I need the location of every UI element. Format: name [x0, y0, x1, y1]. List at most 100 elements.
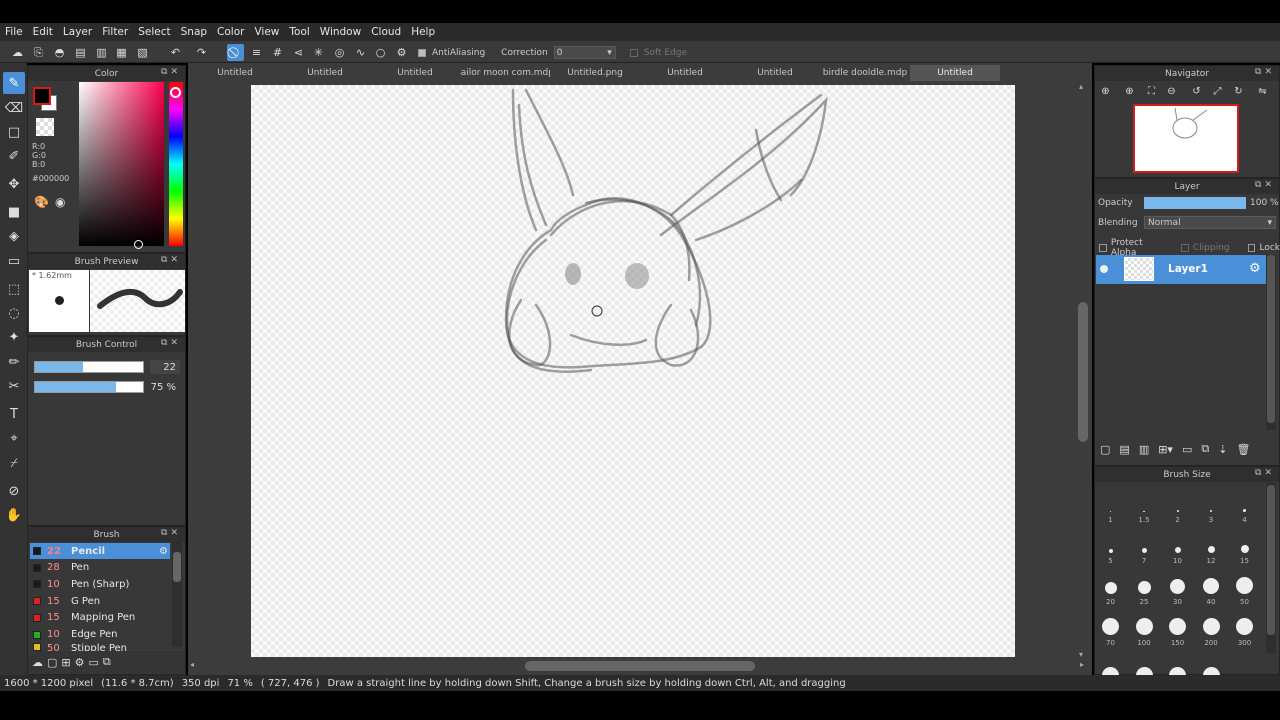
eraser-tool-icon[interactable]: ⌫ — [3, 97, 25, 119]
menu-file[interactable]: File — [5, 26, 23, 38]
scroll-thumb[interactable] — [173, 552, 181, 582]
brush-size-preset[interactable]: 40 — [1195, 565, 1228, 606]
curve-snap-icon[interactable]: ∿ — [352, 44, 369, 61]
brush-size-preset[interactable]: 12 — [1195, 524, 1228, 565]
snap-off-icon[interactable]: ⃠ — [227, 44, 244, 61]
panel-controls-icon[interactable]: ⧉✕ — [1255, 468, 1275, 478]
document-icon[interactable]: ▦ — [113, 44, 130, 61]
tab-document[interactable]: birdle dooldle.mdp — [820, 65, 910, 81]
text-tool-icon[interactable]: T — [3, 403, 25, 425]
panel-controls-icon[interactable]: ⧉✕ — [1255, 67, 1275, 77]
brush-opacity-slider[interactable] — [34, 381, 144, 393]
brush-size-preset[interactable]: 20 — [1094, 565, 1127, 606]
zoom-in-icon[interactable]: ⊕ — [1098, 84, 1113, 99]
new-brush-icon[interactable]: ▢ — [47, 656, 57, 669]
brush-size-preset[interactable]: 2 — [1161, 483, 1194, 524]
dot-tool-icon[interactable]: ✐ — [3, 145, 25, 167]
fit-icon[interactable]: ⛶ — [1144, 84, 1159, 99]
bucket-tool-icon[interactable]: ◈ — [3, 225, 25, 247]
canvas-horizontal-scrollbar[interactable]: ◂ ▸ — [190, 660, 1088, 672]
menu-layer[interactable]: Layer — [63, 26, 92, 38]
tab-document-active[interactable]: Untitled — [910, 65, 1000, 81]
magic-wand-tool-icon[interactable]: ✦ — [3, 326, 25, 348]
rect-select-tool-icon[interactable]: ⬚ — [3, 278, 25, 300]
lasso-tool-icon[interactable]: ◌ — [3, 302, 25, 324]
new-folder-icon[interactable]: ▭ — [1182, 443, 1192, 456]
open-icon[interactable]: ◓ — [51, 44, 68, 61]
layer-scrollbar[interactable] — [1266, 255, 1276, 430]
brush-list-scrollbar[interactable] — [172, 542, 182, 647]
brush-size-preset[interactable]: 200 — [1195, 606, 1228, 647]
tab-document[interactable]: Untitled — [280, 65, 370, 81]
menu-help[interactable]: Help — [411, 26, 435, 38]
zoom-out-icon[interactable]: ⊖ — [1164, 84, 1179, 99]
menu-snap[interactable]: Snap — [181, 26, 207, 38]
brush-item[interactable]: 10 Pen (Sharp) — [30, 576, 170, 592]
brush-size-preset[interactable]: 1 — [1094, 483, 1127, 524]
tab-document[interactable]: sailor moon com.mdp — [460, 65, 550, 81]
radial-snap-icon[interactable]: ✳ — [310, 44, 327, 61]
brush-size-preset[interactable]: 1.5 — [1128, 483, 1161, 524]
rotate-left-icon[interactable]: ↺ — [1189, 84, 1204, 99]
drawing-canvas[interactable] — [251, 85, 1015, 657]
brush-item[interactable]: 28 Pen — [30, 560, 170, 576]
brush-tool-icon[interactable]: ✎ — [3, 72, 25, 94]
scroll-left-icon[interactable]: ◂ — [190, 660, 194, 669]
scroll-up-icon[interactable]: ▴ — [1079, 82, 1083, 91]
brush-size-slider[interactable] — [34, 361, 144, 373]
panel-controls-icon[interactable]: ⧉✕ — [1255, 180, 1275, 190]
move-tool-icon[interactable]: ✥ — [3, 173, 25, 195]
circle-snap-icon[interactable]: ○ — [372, 44, 389, 61]
navigator-thumbnail[interactable] — [1133, 104, 1239, 173]
lock-checkbox[interactable] — [1247, 244, 1256, 252]
new-8bit-layer-icon[interactable]: ▥ — [1139, 443, 1149, 456]
canvas-vertical-scrollbar[interactable]: ▴ ▾ — [1076, 82, 1090, 662]
new-halftone-layer-icon[interactable]: ▤ — [1119, 443, 1129, 456]
clipping-checkbox[interactable] — [1181, 244, 1190, 252]
grid-snap-icon[interactable]: # — [269, 44, 286, 61]
menu-select[interactable]: Select — [138, 26, 170, 38]
menu-cloud[interactable]: Cloud — [371, 26, 401, 38]
brush-settings-icon[interactable]: ⚙ — [159, 546, 168, 557]
brush-size-preset[interactable]: 150 — [1161, 606, 1194, 647]
gradient-tool-icon[interactable]: ▭ — [3, 250, 25, 272]
add-brush-icon[interactable]: ⊞ — [61, 656, 70, 669]
duplicate-brush-icon[interactable]: ⧉ — [103, 655, 111, 669]
brush-size-preset[interactable]: 4 — [1228, 483, 1261, 524]
visibility-icon[interactable] — [1100, 265, 1108, 273]
menu-window[interactable]: Window — [320, 26, 361, 38]
brush-item[interactable]: 50 Stipple Pen — [30, 643, 170, 652]
brush-size-value[interactable]: 22 — [150, 360, 180, 374]
brush-size-preset[interactable]: 15 — [1228, 524, 1261, 565]
hand-tool-icon[interactable]: ✋ — [3, 504, 25, 526]
scroll-down-icon[interactable]: ▾ — [1079, 650, 1083, 659]
correction-select[interactable]: 0 ▾ — [553, 46, 616, 59]
snap-settings-icon[interactable]: ⚙ — [393, 44, 410, 61]
redo-icon[interactable]: ↷ — [193, 44, 210, 61]
saturation-value-picker[interactable] — [79, 82, 164, 246]
select-eraser-tool-icon[interactable]: ✂ — [3, 375, 25, 397]
add-layer-menu-icon[interactable]: ⊞▾ — [1158, 443, 1173, 456]
panel-controls-icon[interactable]: ⧉✕ — [161, 255, 181, 265]
divide-tool-icon[interactable]: ⌿ — [3, 452, 25, 474]
undo-icon[interactable]: ↶ — [167, 44, 184, 61]
menu-color[interactable]: Color — [217, 26, 244, 38]
blending-select[interactable]: Normal ▾ — [1144, 216, 1276, 229]
scroll-thumb[interactable] — [1267, 485, 1275, 635]
protect-alpha-checkbox[interactable] — [1099, 244, 1107, 252]
shape-tool-icon[interactable]: □ — [3, 121, 25, 143]
brush-item[interactable]: 10 Edge Pen — [30, 627, 170, 643]
brush-size-preset[interactable]: 30 — [1161, 565, 1194, 606]
export-icon[interactable]: ▥ — [93, 44, 110, 61]
new-layer-icon[interactable]: ▢ — [1100, 443, 1110, 456]
parallel-snap-icon[interactable]: ≡ — [248, 44, 265, 61]
tab-document[interactable]: Untitled — [640, 65, 730, 81]
fill-rect-tool-icon[interactable]: ■ — [3, 201, 25, 223]
brush-item[interactable]: 15 G Pen — [30, 593, 170, 609]
menu-tool[interactable]: Tool — [289, 26, 309, 38]
panel-controls-icon[interactable]: ⧉✕ — [161, 338, 181, 348]
zoom-in-alt-icon[interactable]: ⊕ — [1122, 84, 1137, 99]
tab-document[interactable]: Untitled — [370, 65, 460, 81]
antialiasing-checkbox[interactable] — [418, 48, 426, 57]
brush-size-preset[interactable]: 70 — [1094, 606, 1127, 647]
